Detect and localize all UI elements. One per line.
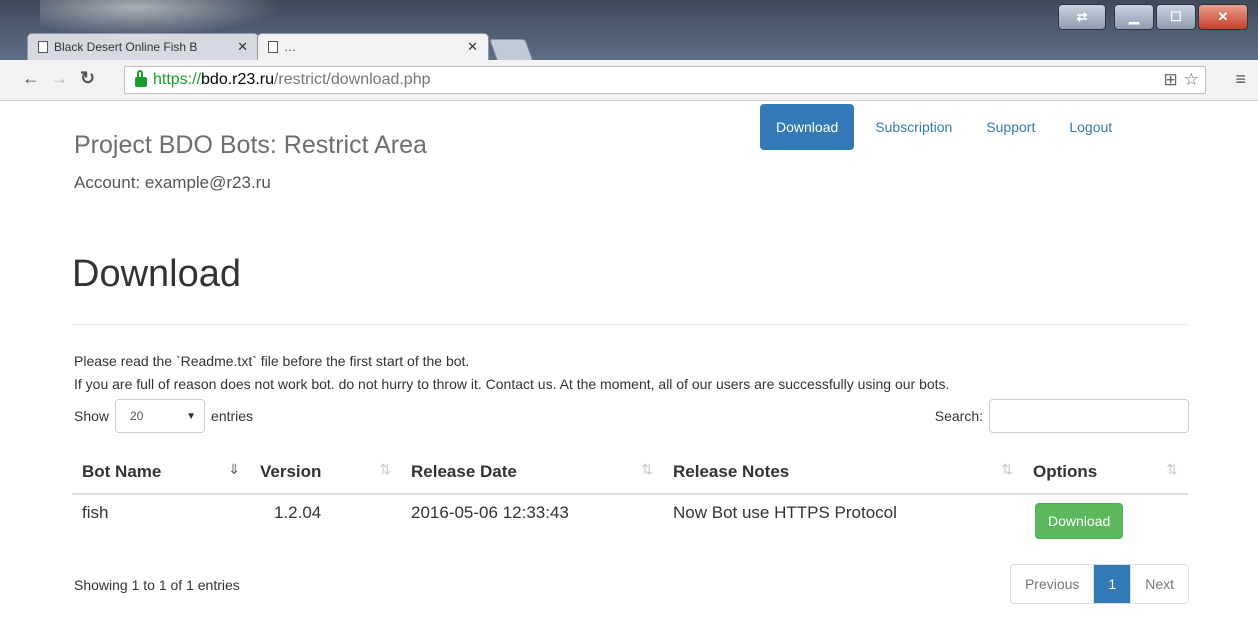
bots-table: Bot Name ⇓ Version ⇅ Release Date ⇅ Release… (72, 451, 1188, 549)
titlebar-glow (40, 0, 280, 36)
browser-window: ⇄ ▁ ☐ ✕ Black Desert Online Fish B ✕ … ✕… (0, 0, 1258, 623)
entries-length-control: Show 20 ▼ entries (74, 399, 253, 433)
account-label: Account: example@r23.ru (74, 173, 271, 192)
close-icon[interactable]: ✕ (467, 39, 478, 55)
chevron-down-icon: ▼ (186, 410, 197, 422)
nav-logout[interactable]: Logout (1052, 104, 1129, 150)
translate-icon[interactable]: ⊞ (1164, 70, 1178, 90)
search-input[interactable] (989, 399, 1189, 433)
star-icon[interactable]: ☆ (1184, 70, 1199, 90)
close-icon[interactable]: ✕ (237, 39, 248, 55)
pagination-previous[interactable]: Previous (1011, 565, 1095, 603)
nav-download[interactable]: Download (760, 104, 855, 150)
support-note: If you are full of reason does not work … (74, 376, 950, 392)
back-arrow-icon[interactable]: ← (22, 68, 40, 89)
url-scheme: https:// (153, 71, 202, 88)
column-bot-name[interactable]: Bot Name ⇓ (72, 451, 250, 495)
address-bar[interactable]: https://bdo.r23.ru/restrict/download.php… (124, 66, 1206, 94)
pagination-next[interactable]: Next (1131, 565, 1188, 603)
column-version[interactable]: Version ⇅ (250, 451, 401, 495)
show-label: Show (74, 408, 110, 424)
site-brand[interactable]: Project BDO Bots: Restrict Area (74, 131, 427, 160)
tab-1[interactable]: Black Desert Online Fish B ✕ (27, 33, 259, 60)
nav-support[interactable]: Support (969, 104, 1052, 150)
search-label: Search: (934, 408, 983, 424)
window-controls: ⇄ ▁ ☐ ✕ (1058, 4, 1248, 30)
sort-icon: ⇅ (1001, 461, 1013, 477)
cell-release-notes: Now Bot use HTTPS Protocol (673, 503, 897, 522)
cell-bot-name: fish (82, 503, 109, 522)
table-info: Showing 1 to 1 of 1 entries (74, 577, 240, 593)
download-button[interactable]: Download (1035, 503, 1124, 539)
title-bar: ⇄ ▁ ☐ ✕ Black Desert Online Fish B ✕ … ✕ (0, 0, 1258, 60)
readme-note: Please read the `Readme.txt` file before… (74, 353, 470, 369)
maximize-button[interactable]: ☐ (1156, 4, 1196, 30)
sort-icon: ⇅ (379, 461, 391, 477)
table-row: fish 1.2.04 2016-05-06 12:33:43 Now Bot … (72, 494, 1188, 549)
url-host: bdo.r23.ru (201, 71, 274, 88)
pagination-page-1[interactable]: 1 (1094, 565, 1132, 603)
reload-icon[interactable]: ↻ (80, 68, 95, 89)
column-release-notes[interactable]: Release Notes ⇅ (663, 451, 1023, 495)
entries-label: entries (211, 408, 254, 424)
page-content: Project BDO Bots: Restrict Area Account:… (0, 101, 1258, 623)
sort-icon: ⇅ (641, 461, 653, 477)
menu-icon[interactable]: ≡ (1235, 69, 1246, 90)
nav-subscription[interactable]: Subscription (858, 104, 969, 150)
new-tab-button[interactable] (489, 39, 533, 60)
url-path: /restrict/download.php (273, 71, 431, 88)
table-header-row: Bot Name ⇓ Version ⇅ Release Date ⇅ Release… (72, 451, 1188, 495)
sort-icon: ⇓ (228, 461, 240, 477)
cell-version: 1.2.04 (274, 503, 322, 522)
document-icon (38, 41, 48, 53)
divider (72, 324, 1188, 325)
tab-1-label: Black Desert Online Fish B (54, 40, 198, 54)
tab-2-label: … (284, 40, 296, 54)
cell-options: Download (1023, 494, 1188, 549)
tab-2[interactable]: … ✕ (257, 33, 489, 60)
omnibox-actions: ⊞ ☆ (1164, 70, 1200, 90)
cell-release-date: 2016-05-06 12:33:43 (411, 503, 569, 522)
forward-arrow-icon[interactable]: → (50, 68, 68, 89)
document-icon (268, 41, 278, 53)
entries-value: 20 (130, 409, 144, 423)
search-control: Search: (935, 399, 1189, 433)
sort-icon: ⇅ (1166, 461, 1178, 477)
page-title: Download (72, 253, 241, 295)
lock-icon (135, 70, 147, 87)
close-window-button[interactable]: ✕ (1198, 4, 1248, 30)
browser-toolbar: ← → ↻ https://bdo.r23.ru/restrict/downlo… (0, 60, 1258, 101)
minimize-button[interactable]: ▁ (1114, 4, 1154, 30)
main-nav: Download Subscription Support Logout (760, 104, 1129, 150)
entries-select[interactable]: 20 ▼ (115, 399, 206, 433)
swap-window-button[interactable]: ⇄ (1058, 4, 1106, 30)
column-options[interactable]: Options ⇅ (1023, 451, 1188, 495)
column-release-date[interactable]: Release Date ⇅ (401, 451, 663, 495)
pagination: Previous 1 Next (1009, 564, 1189, 604)
